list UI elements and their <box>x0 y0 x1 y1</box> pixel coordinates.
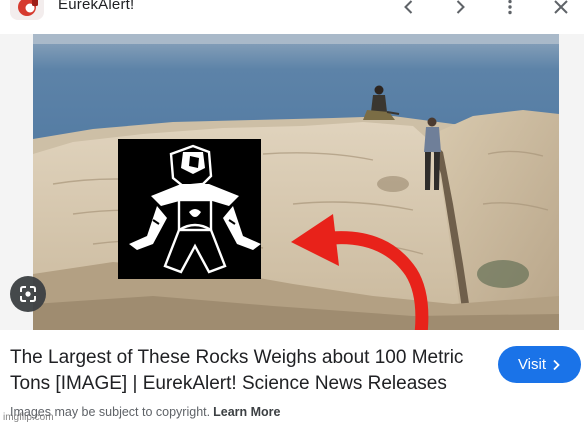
visit-button[interactable]: Visit <box>498 346 581 383</box>
learn-more-link[interactable]: Learn More <box>213 405 280 419</box>
result-title[interactable]: The Largest of These Rocks Weighs about … <box>10 345 480 397</box>
visit-label: Visit <box>517 356 547 373</box>
close-icon[interactable] <box>548 0 574 20</box>
chevron-right-icon <box>553 359 560 370</box>
rock-photo <box>33 34 559 330</box>
site-name[interactable]: EurekAlert! <box>58 0 134 13</box>
pixel-character-overlay <box>118 139 261 279</box>
google-lens-icon[interactable] <box>10 276 46 312</box>
top-bar: EurekAlert! <box>0 0 584 22</box>
chevron-left-icon[interactable] <box>396 0 422 20</box>
imgflip-watermark: imgflip.com <box>3 412 54 423</box>
site-favicon <box>10 0 44 20</box>
image-preview[interactable] <box>0 34 584 330</box>
more-vert-icon[interactable] <box>497 0 523 20</box>
chevron-right-icon[interactable] <box>447 0 473 20</box>
